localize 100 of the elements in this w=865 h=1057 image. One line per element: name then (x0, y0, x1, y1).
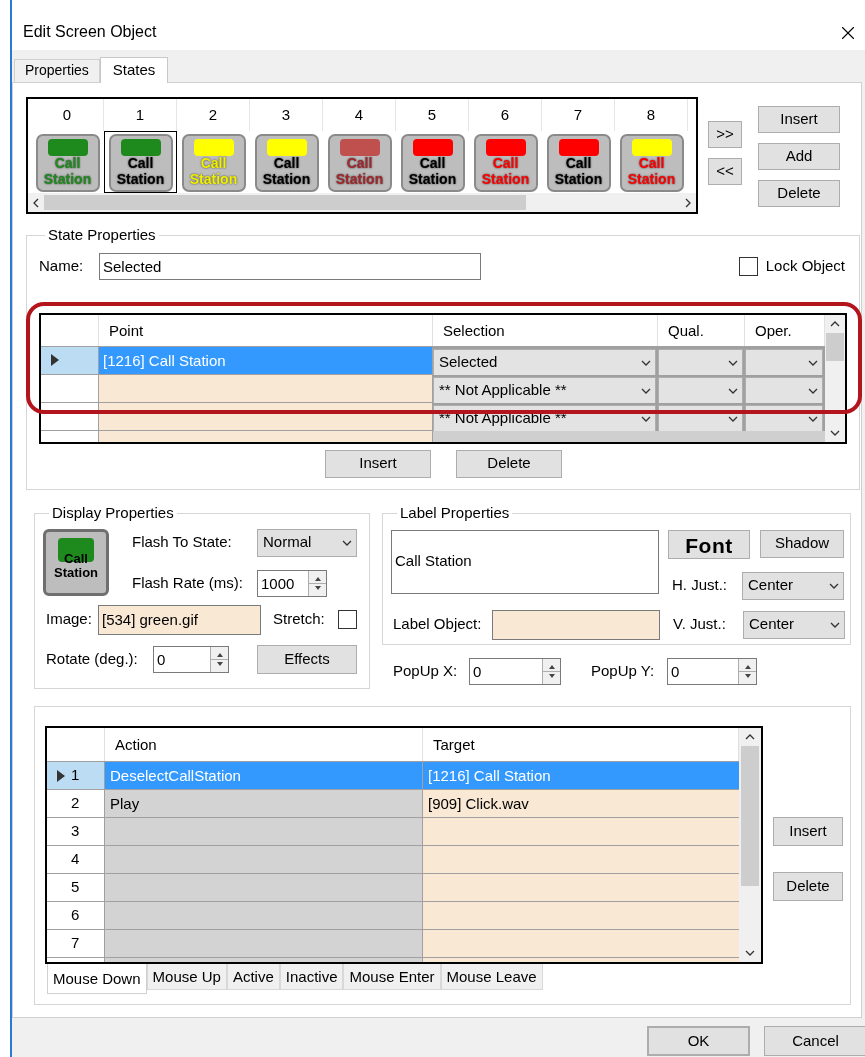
table-cell[interactable] (423, 846, 739, 873)
spin-arrows-icon (738, 659, 756, 684)
dropdown[interactable]: ** Not Applicable ** (433, 376, 656, 405)
table-cell[interactable] (99, 374, 433, 402)
table-cell[interactable] (423, 818, 739, 845)
number-spinner[interactable]: 0 (153, 645, 229, 673)
button[interactable]: Insert (325, 449, 431, 478)
state-number: 7 (573, 104, 583, 125)
tab[interactable]: Mouse Enter (343, 964, 441, 990)
row-header[interactable]: 1 (47, 762, 105, 789)
button[interactable]: Delete (456, 449, 562, 478)
state-tile: Call Station (43, 528, 109, 596)
chevron-down-icon (641, 359, 651, 366)
checkbox[interactable] (338, 610, 357, 629)
button[interactable]: Effects (257, 644, 357, 674)
vertical-scrollbar[interactable] (739, 728, 761, 962)
button[interactable]: Add (758, 143, 840, 170)
column-header[interactable]: Action (105, 728, 423, 761)
state-number: 0 (62, 104, 72, 125)
label-text-field[interactable]: Call Station (391, 529, 659, 594)
button[interactable]: Delete (773, 872, 843, 901)
table-cell[interactable] (105, 874, 423, 901)
button[interactable]: Insert (773, 817, 843, 846)
scrollbar-thumb[interactable] (44, 195, 526, 210)
tab[interactable]: States (99, 57, 169, 83)
row-pointer-icon (51, 354, 59, 366)
button[interactable]: Delete (758, 180, 840, 207)
image-field[interactable]: [534] green.gif (98, 604, 261, 635)
table-cell[interactable] (423, 902, 739, 929)
scrollbar-thumb[interactable] (741, 746, 759, 886)
chevron-down-icon (745, 950, 755, 956)
column-header[interactable]: Point (99, 314, 433, 346)
dropdown[interactable]: Normal (257, 528, 357, 557)
checkbox[interactable] (738, 256, 758, 276)
tab[interactable]: Mouse Down (47, 964, 147, 994)
chevron-down-icon (830, 429, 840, 436)
state-number: 4 (354, 104, 364, 125)
button[interactable]: << (708, 158, 742, 185)
chevron-down-icon (728, 359, 738, 366)
tab[interactable]: Inactive (279, 964, 344, 990)
state-number: 1 (135, 104, 145, 125)
group-title: State Properties (47, 225, 157, 245)
row-pointer-icon (57, 769, 65, 782)
tab[interactable]: Mouse Up (146, 964, 227, 990)
button[interactable]: >> (708, 121, 742, 148)
state-number: 3 (281, 104, 291, 125)
group-title: Display Properties (51, 503, 175, 523)
label-object-field[interactable] (492, 609, 660, 640)
checkbox-label: Lock Object (765, 255, 845, 276)
field-label: Flash To State: (132, 532, 233, 553)
row-header[interactable] (41, 346, 99, 374)
number-spinner[interactable]: 1000 (257, 569, 327, 597)
button[interactable]: Cancel (764, 1026, 865, 1056)
spin-arrows-icon (210, 646, 228, 672)
button[interactable]: Insert (758, 106, 840, 133)
chevron-left-icon (33, 197, 39, 208)
group-title: Label Properties (399, 503, 511, 523)
tab[interactable]: Active (226, 964, 280, 990)
spin-arrows-icon (308, 570, 326, 596)
state-number: 2 (208, 104, 218, 125)
chevron-down-icon (808, 387, 818, 394)
table-cell[interactable] (105, 846, 423, 873)
vertical-scrollbar[interactable] (825, 314, 845, 442)
table-cell[interactable] (105, 930, 423, 957)
chevron-down-icon (808, 415, 818, 422)
dropdown[interactable]: Center (742, 571, 844, 600)
column-header[interactable]: Selection (433, 314, 658, 346)
field-label: Name: (39, 255, 85, 276)
table-cell[interactable] (423, 930, 739, 957)
field-label: Rotate (deg.): (46, 648, 139, 669)
number-spinner[interactable]: 0 (667, 658, 757, 685)
table-cell[interactable] (105, 818, 423, 845)
field-label: PopUp Y: (591, 661, 656, 682)
column-header[interactable]: Qual. (658, 314, 745, 346)
button[interactable]: Shadow (760, 529, 844, 558)
field-label: Flash Rate (ms): (132, 572, 244, 593)
name-field[interactable]: Selected (99, 252, 481, 280)
table-cell[interactable]: Play (105, 790, 423, 817)
horizontal-scrollbar[interactable] (28, 193, 696, 212)
table-cell[interactable]: [909] Click.wav (423, 790, 739, 817)
dropdown[interactable]: Center (743, 610, 845, 639)
state-number: 6 (500, 104, 510, 125)
dropdown[interactable]: Selected (433, 348, 656, 377)
chevron-down-icon (641, 387, 651, 394)
spin-arrows-icon (542, 659, 560, 684)
scrollbar-thumb[interactable] (826, 332, 844, 361)
window-title: Edit Screen Object (23, 22, 157, 42)
button[interactable]: Font (668, 529, 750, 559)
tab[interactable]: Mouse Leave (440, 964, 543, 990)
field-label: Image: (46, 609, 93, 630)
table-cell[interactable] (423, 874, 739, 901)
tab[interactable]: Properties (14, 59, 100, 82)
state-tile[interactable]: Call Station (104, 131, 177, 193)
chevron-down-icon (728, 415, 738, 422)
table-cell[interactable] (105, 902, 423, 929)
button[interactable]: OK (647, 1026, 750, 1056)
chevron-right-icon (685, 197, 691, 208)
chevron-up-icon (830, 320, 840, 327)
number-spinner[interactable]: 0 (469, 658, 561, 685)
color-square-icon (58, 537, 94, 562)
